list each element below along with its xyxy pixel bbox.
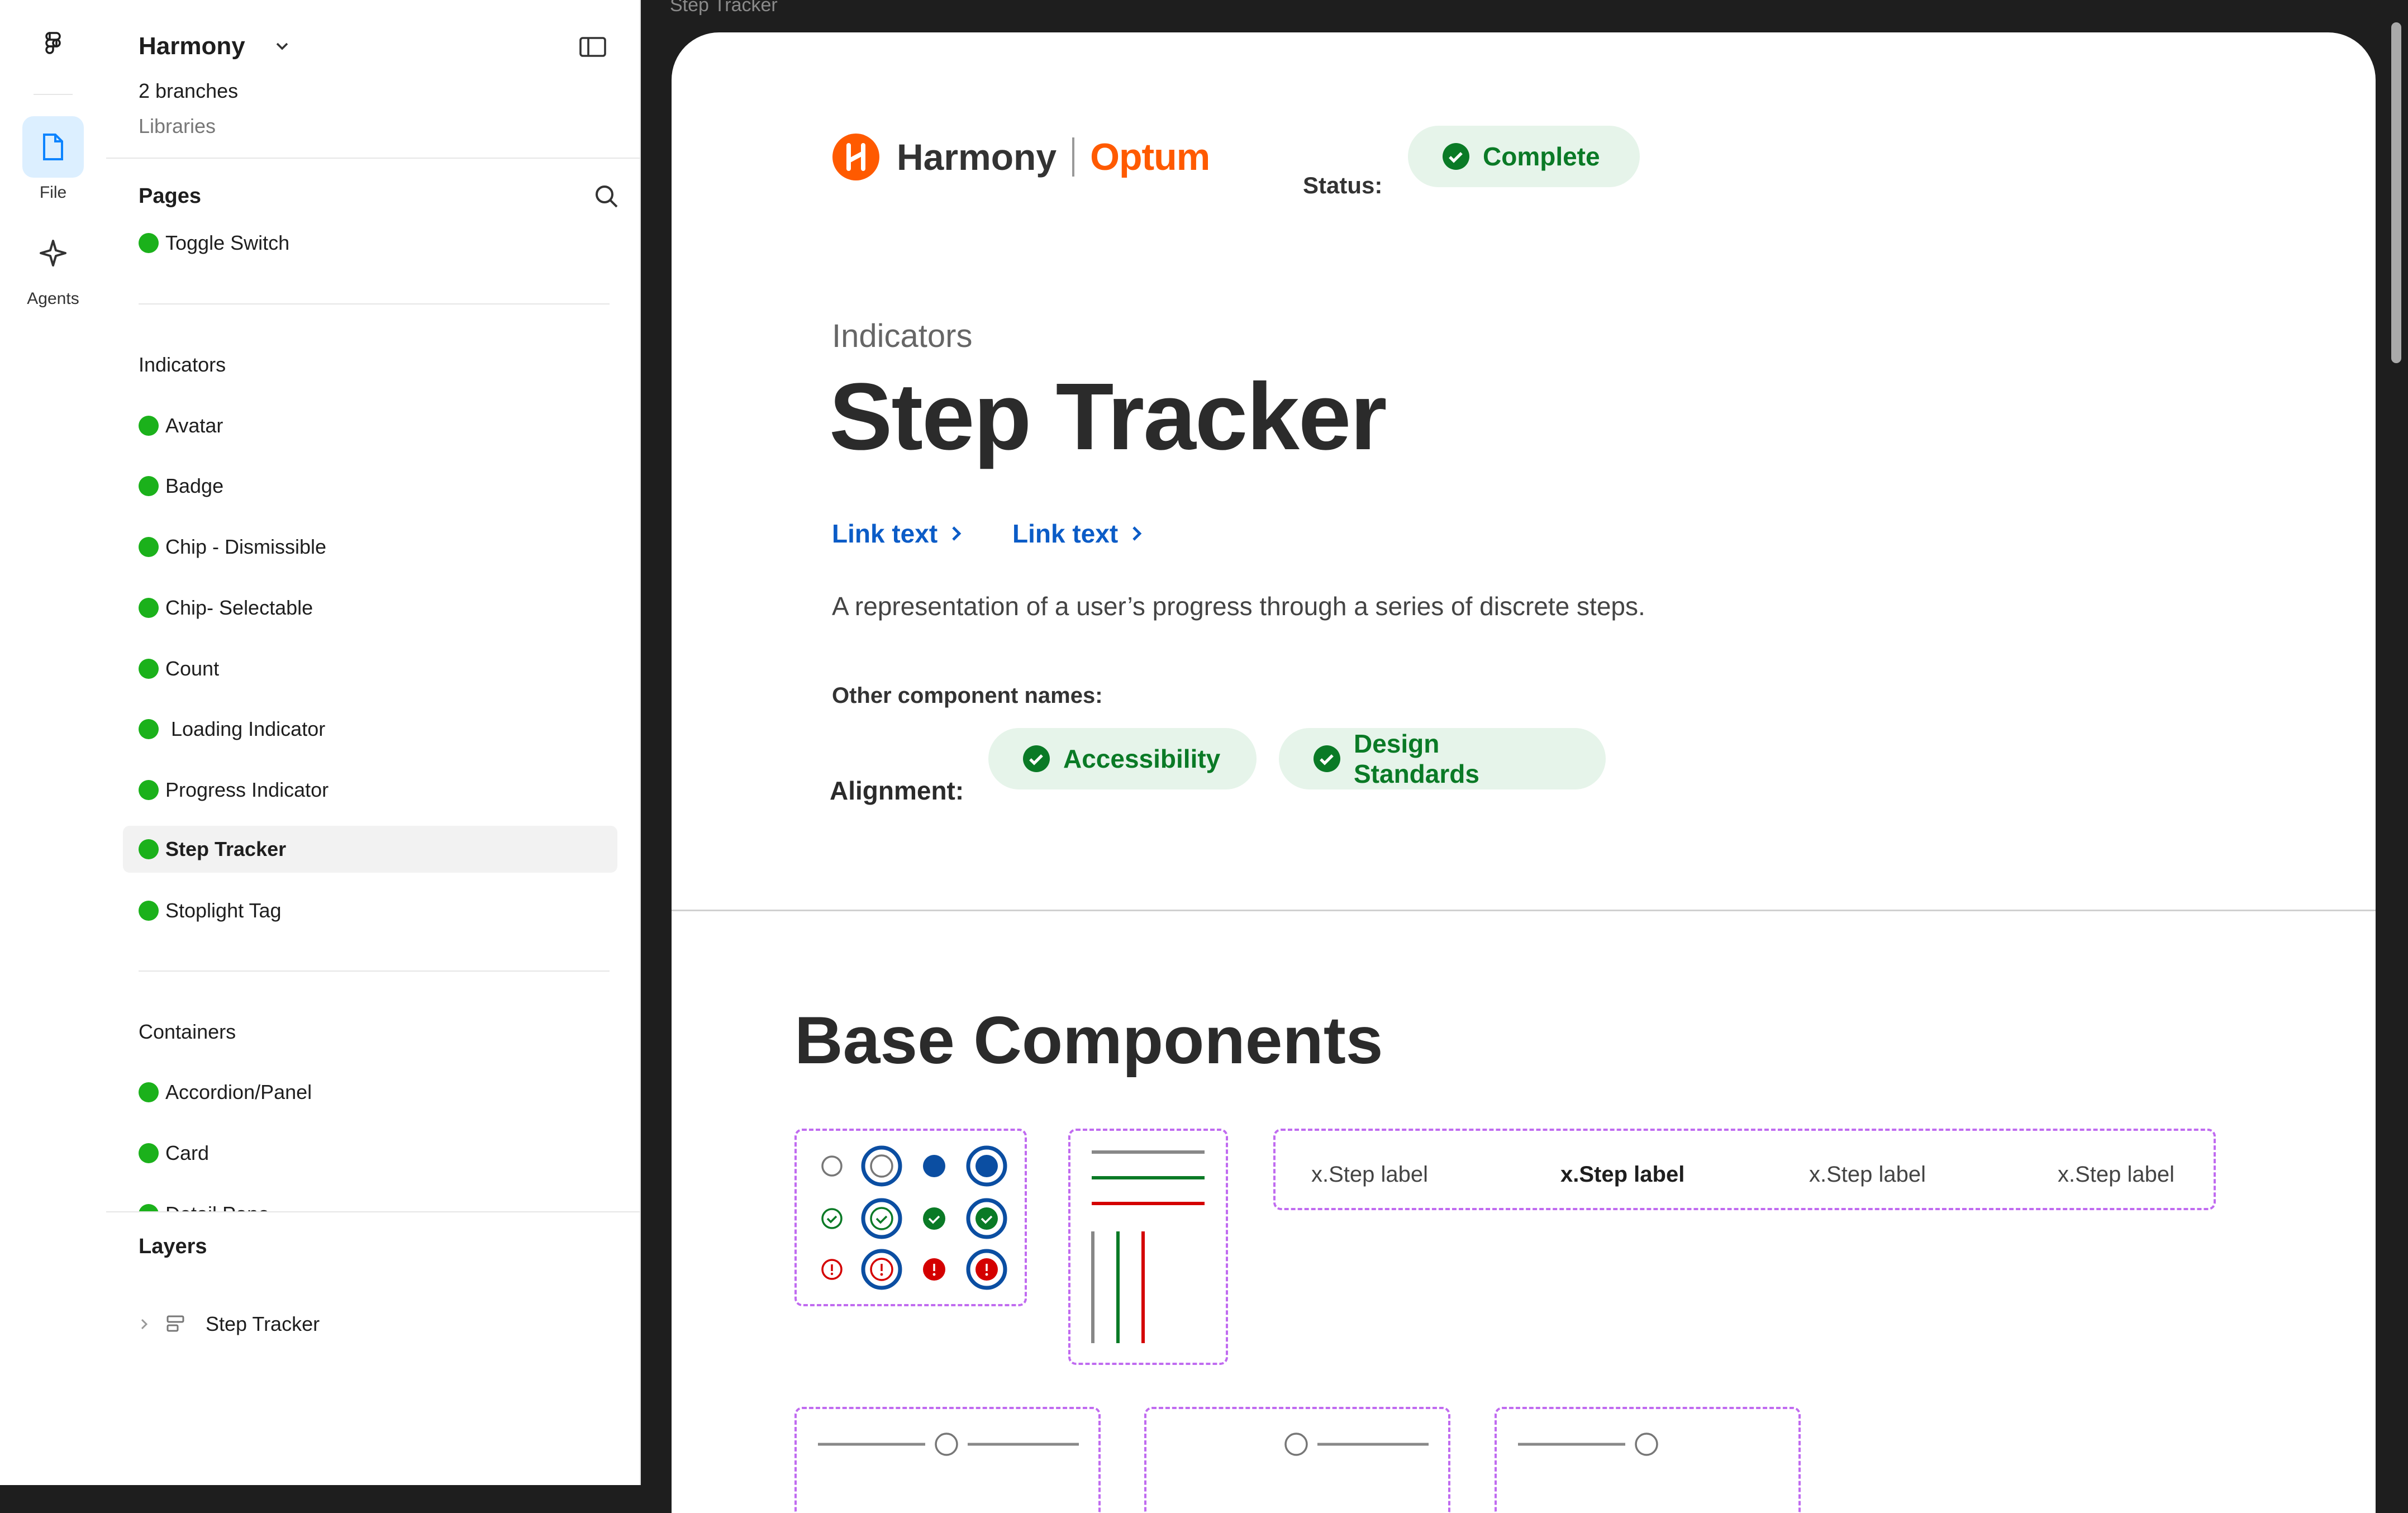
file-button[interactable] — [22, 116, 84, 178]
status-badge: Complete — [1408, 126, 1640, 187]
section-heading-indicators[interactable]: Indicators — [139, 353, 226, 377]
step-label: x.Step label — [1809, 1162, 1926, 1187]
page-item-accordion-panel[interactable]: Accordion/Panel — [139, 1078, 312, 1106]
step-connector-variants[interactable] — [1068, 1129, 1228, 1365]
page-item-count[interactable]: Count — [139, 655, 219, 683]
layer-item-step-tracker[interactable]: Step Tracker — [139, 1310, 320, 1338]
status-dot-icon — [139, 1143, 159, 1163]
pages-list: Pages Toggle Switch Indicators Avatar Ba… — [106, 0, 640, 1212]
page-item-badge[interactable]: Badge — [139, 472, 223, 500]
chevron-right-icon — [952, 526, 962, 541]
step-label: x.Step label — [1311, 1162, 1429, 1187]
chevron-right-icon — [1132, 526, 1142, 541]
status-dot-icon — [139, 416, 159, 436]
status-dot-icon — [139, 839, 159, 859]
status-dot-icon — [139, 719, 159, 739]
status-dot-icon — [139, 537, 159, 557]
brand-divider — [1072, 137, 1075, 177]
step-unit-middle[interactable] — [794, 1407, 1101, 1513]
page-item-step-tracker[interactable]: Step Tracker — [139, 835, 286, 863]
step-label: x.Step label — [2058, 1162, 2175, 1187]
status-dot-icon — [139, 780, 159, 800]
step-unit-first[interactable] — [1144, 1407, 1450, 1513]
frame-layer-icon — [166, 1315, 184, 1332]
component-title: Step Tracker — [829, 364, 1387, 470]
default-step-markers — [821, 1145, 1007, 1187]
page-item-chip-selectable[interactable]: Chip- Selectable — [139, 594, 313, 622]
status-dot-icon — [139, 1082, 159, 1102]
vertical-scrollbar[interactable] — [2391, 22, 2401, 363]
accessibility-badge: Accessibility — [988, 728, 1257, 789]
alignment-label: Alignment: — [830, 776, 964, 805]
harmony-logo-icon — [832, 134, 879, 180]
step-unit-graphic — [1284, 1433, 1429, 1456]
frame-label[interactable]: Step Tracker — [670, 0, 778, 16]
page-item-stoplight-tag[interactable]: Stoplight Tag — [139, 897, 282, 925]
other-names-label: Other component names: — [832, 683, 1103, 708]
section-divider — [672, 910, 2376, 911]
status-label: Status: — [1303, 172, 1383, 198]
agents-label: Agents — [27, 289, 79, 308]
step-unit-graphic — [1518, 1433, 1658, 1456]
step-marker-grid — [821, 1145, 1007, 1290]
page-item-chip-dismissible[interactable]: Chip - Dismissible — [139, 533, 326, 561]
check-circle-icon — [1443, 143, 1469, 170]
file-icon — [43, 134, 63, 160]
brand-name: Harmony — [897, 136, 1057, 178]
left-rail: File Agents — [0, 0, 107, 1485]
agents-button[interactable] — [22, 222, 84, 284]
brand-lockup: Harmony Optum — [832, 133, 1210, 181]
design-standards-badge: Design Standards — [1279, 728, 1606, 789]
page-divider — [139, 303, 610, 304]
check-circle-icon — [1023, 745, 1050, 772]
figma-logo-icon[interactable] — [34, 31, 73, 64]
partner-name: Optum — [1090, 136, 1210, 178]
error-step-markers — [821, 1249, 1007, 1290]
page-item-progress-indicator[interactable]: Progress Indicator — [139, 776, 329, 804]
component-category: Indicators — [832, 318, 973, 354]
step-marker-variants[interactable] — [794, 1129, 1027, 1306]
complete-step-markers — [821, 1198, 1007, 1239]
step-label-active: x.Step label — [1560, 1162, 1685, 1187]
documentation-frame: Harmony Optum Status: Complete Indicator… — [672, 32, 2376, 1513]
component-description: A representation of a user’s progress th… — [832, 592, 1645, 621]
step-label-variants[interactable]: x.Step label x.Step label x.Step label x… — [1273, 1129, 2216, 1210]
layers-divider — [106, 1211, 640, 1212]
status-dot-icon — [139, 233, 159, 253]
design-canvas[interactable]: Step Tracker Harmony Optum Status: Compl… — [641, 0, 2408, 1513]
page-item-avatar[interactable]: Avatar — [139, 412, 223, 440]
page-item-card[interactable]: Card — [139, 1139, 209, 1167]
file-label: File — [39, 183, 67, 202]
check-circle-icon — [1313, 745, 1340, 772]
status-dot-icon — [139, 659, 159, 679]
rail-separator — [34, 94, 73, 95]
status-dot-icon — [139, 901, 159, 921]
pages-heading: Pages — [139, 184, 201, 208]
sparkle-icon — [40, 240, 66, 267]
section-heading-containers[interactable]: Containers — [139, 1020, 236, 1044]
link-1[interactable]: Link text — [832, 518, 962, 549]
page-item-loading-indicator[interactable]: Loading Indicator — [139, 715, 325, 743]
left-sidebar: Harmony 2 branches Libraries Pages Toggl… — [106, 0, 641, 1485]
section-title: Base Components — [794, 1003, 1383, 1078]
step-unit-graphic — [818, 1433, 1079, 1456]
step-unit-last[interactable] — [1495, 1407, 1801, 1513]
search-icon[interactable] — [593, 183, 619, 209]
status-dot-icon — [139, 476, 159, 496]
connector-lines — [1091, 1150, 1205, 1343]
page-divider — [139, 970, 610, 972]
chevron-right-icon[interactable] — [139, 1317, 150, 1331]
link-2[interactable]: Link text — [1012, 518, 1143, 549]
layers-heading: Layers — [139, 1235, 207, 1258]
page-item-toggle-switch[interactable]: Toggle Switch — [139, 229, 289, 257]
page-item-detail-pane[interactable]: Detail Pane — [139, 1200, 269, 1212]
status-dot-icon — [139, 598, 159, 618]
